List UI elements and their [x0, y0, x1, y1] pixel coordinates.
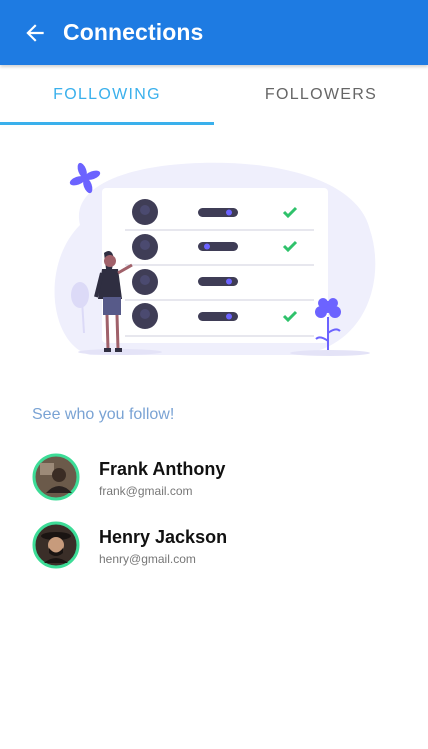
app-bar: Connections [0, 0, 428, 65]
contact-email: frank@gmail.com [99, 484, 193, 498]
tab-following[interactable]: FOLLOWING [0, 65, 214, 125]
tab-followers[interactable]: FOLLOWERS [214, 65, 428, 125]
contact-item[interactable]: Henry Jackson henry@gmail.com [32, 521, 412, 571]
connections-illustration [54, 162, 376, 356]
tab-bar: FOLLOWING FOLLOWERS [0, 65, 428, 125]
section-subtitle: See who you follow! [32, 406, 175, 423]
avatar [32, 453, 80, 501]
contact-name: Frank Anthony [99, 459, 226, 479]
active-tab-indicator [0, 122, 214, 125]
page-title: Connections [63, 19, 204, 45]
contact-item[interactable]: Frank Anthony frank@gmail.com [32, 453, 412, 503]
contact-email: henry@gmail.com [99, 552, 196, 566]
back-arrow-icon[interactable] [22, 20, 48, 46]
avatar [32, 521, 80, 569]
contact-name: Henry Jackson [99, 527, 228, 547]
